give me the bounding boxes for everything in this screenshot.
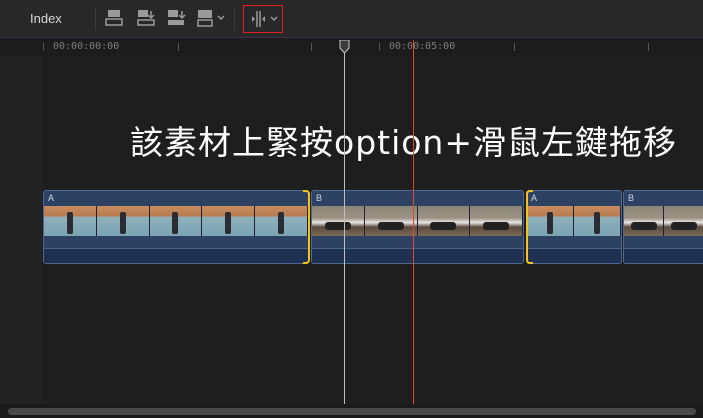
clip-label: B xyxy=(316,193,323,203)
ruler-tick xyxy=(43,43,44,51)
scrollbar-thumb[interactable] xyxy=(8,408,696,415)
toolbar-divider xyxy=(234,8,235,30)
clip-thumbnail xyxy=(96,206,150,236)
ruler-tick xyxy=(514,43,515,51)
connect-clip-icon[interactable] xyxy=(196,8,228,28)
video-clip[interactable]: A xyxy=(526,190,622,264)
clip-thumbnail xyxy=(312,206,365,236)
playhead-handle-icon[interactable] xyxy=(339,40,350,54)
playhead[interactable] xyxy=(344,40,345,404)
trim-tool-button[interactable] xyxy=(243,5,283,33)
ruler-timecode: 00:00:05:00 xyxy=(389,41,456,52)
clip-audio-strip xyxy=(527,248,621,263)
clip-thumbnail xyxy=(527,206,574,236)
clip-thumbnail xyxy=(255,206,308,236)
ruler-tick xyxy=(178,43,179,51)
clip-audio-strip xyxy=(624,248,703,263)
clip-filmstrip xyxy=(44,206,308,236)
clip-thumbnail xyxy=(574,206,621,236)
clip-thumbnail xyxy=(44,206,97,236)
ruler-tick xyxy=(648,43,649,51)
video-clip[interactable]: A xyxy=(43,190,309,264)
horizontal-scrollbar[interactable] xyxy=(0,404,703,418)
clip-thumbnail xyxy=(624,206,664,236)
skimmer-line xyxy=(413,40,414,404)
clip-thumbnail xyxy=(664,206,703,236)
clip-audio-strip xyxy=(44,248,308,263)
toolbar-divider xyxy=(95,8,96,30)
trim-edge-handle[interactable] xyxy=(303,190,310,264)
clip-thumbnail xyxy=(202,206,256,236)
ruler-timecode: 00:00:00:00 xyxy=(53,41,120,52)
timeline-toolbar: Index xyxy=(0,0,703,38)
timeline-ruler[interactable]: 00:00:00:00 00:00:05:00 xyxy=(0,38,703,56)
overwrite-clip-icon[interactable] xyxy=(166,8,188,28)
trim-edge-handle[interactable] xyxy=(526,190,533,264)
clip-thumbnail xyxy=(417,206,471,236)
clip-label: B xyxy=(628,193,635,203)
clip-thumbnail xyxy=(470,206,523,236)
clip-thumbnail xyxy=(149,206,203,236)
instruction-caption: 該素材上緊按option+滑鼠左鍵拖移 xyxy=(130,123,677,162)
trim-tool-icon xyxy=(252,11,278,27)
ruler-tick xyxy=(379,43,380,51)
clip-label: A xyxy=(48,193,55,203)
video-clip[interactable]: B xyxy=(623,190,703,264)
clip-filmstrip xyxy=(624,206,703,236)
clip-filmstrip xyxy=(527,206,621,236)
clip-thumbnail xyxy=(364,206,418,236)
index-button[interactable]: Index xyxy=(30,11,62,26)
ruler-tick xyxy=(311,43,312,51)
video-clip[interactable]: B xyxy=(311,190,524,264)
append-clip-icon[interactable] xyxy=(104,8,126,28)
insert-clip-icon[interactable] xyxy=(136,8,158,28)
